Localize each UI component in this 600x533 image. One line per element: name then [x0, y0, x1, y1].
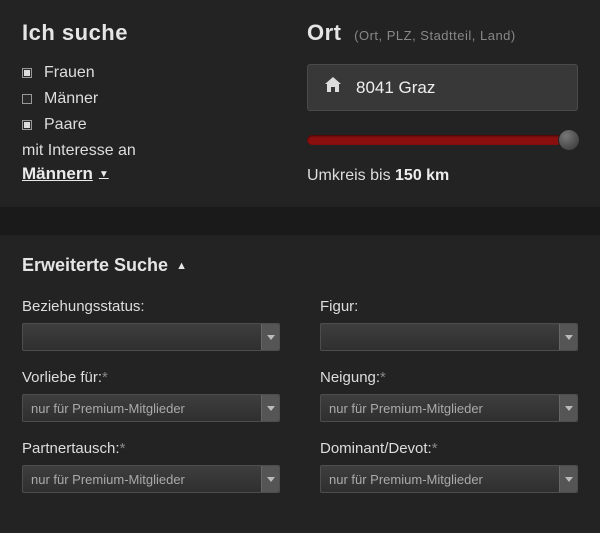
select-arrow-icon [261, 324, 279, 350]
swap-value: nur für Premium-Mitglieder [31, 472, 185, 487]
checkbox-women[interactable] [22, 68, 32, 78]
radius-slider-thumb[interactable] [558, 129, 580, 151]
advanced-toggle[interactable]: Erweiterte Suche ▲ [22, 255, 578, 276]
advanced-panel: Erweiterte Suche ▲ Beziehungsstatus: Vor… [0, 235, 600, 533]
checkbox-women-label: Frauen [44, 64, 95, 82]
location-input[interactable]: 8041 Graz [307, 64, 578, 111]
checkbox-men[interactable] [22, 94, 32, 104]
inclination-value: nur für Premium-Mitglieder [329, 401, 483, 416]
advanced-heading: Erweiterte Suche [22, 255, 168, 276]
interest-dropdown[interactable]: Männern ▼ [22, 164, 109, 184]
select-arrow-icon [261, 466, 279, 492]
chevron-up-icon: ▲ [176, 260, 187, 272]
location-value: 8041 Graz [356, 78, 435, 98]
inclination-label: Neigung:* [320, 369, 578, 386]
home-icon [324, 77, 342, 98]
checkbox-women-row[interactable]: Frauen [22, 64, 277, 82]
checkbox-men-label: Männer [44, 90, 98, 108]
checkbox-couples-row[interactable]: Paare [22, 116, 277, 134]
search-column: Ich suche Frauen Männer Paare mit Intere… [22, 20, 277, 185]
domsub-label: Dominant/Devot:* [320, 440, 578, 457]
interest-label: mit Interesse an [22, 142, 277, 160]
select-arrow-icon [559, 395, 577, 421]
radius-prefix: Umkreis bis [307, 167, 395, 184]
radius-label: Umkreis bis 150 km [307, 167, 578, 185]
checkbox-couples[interactable] [22, 120, 32, 130]
select-arrow-icon [559, 324, 577, 350]
swap-label: Partnertausch:* [22, 440, 280, 457]
inclination-select[interactable]: nur für Premium-Mitglieder [320, 394, 578, 422]
select-arrow-icon [261, 395, 279, 421]
figure-label: Figur: [320, 298, 578, 315]
domsub-value: nur für Premium-Mitglieder [329, 472, 483, 487]
location-column: Ort (Ort, PLZ, Stadtteil, Land) 8041 Gra… [307, 20, 578, 185]
search-heading: Ich suche [22, 20, 277, 46]
checkbox-men-row[interactable]: Männer [22, 90, 277, 108]
relationship-label: Beziehungsstatus: [22, 298, 280, 315]
relationship-select[interactable] [22, 323, 280, 351]
swap-select[interactable]: nur für Premium-Mitglieder [22, 465, 280, 493]
preference-label: Vorliebe für:* [22, 369, 280, 386]
select-arrow-icon [559, 466, 577, 492]
domsub-select[interactable]: nur für Premium-Mitglieder [320, 465, 578, 493]
chevron-down-icon: ▼ [99, 169, 109, 180]
radius-value: 150 km [395, 167, 449, 184]
location-heading-text: Ort [307, 20, 342, 45]
location-hint: (Ort, PLZ, Stadtteil, Land) [354, 28, 516, 43]
preference-value: nur für Premium-Mitglieder [31, 401, 185, 416]
interest-value: Männern [22, 164, 93, 184]
location-heading: Ort (Ort, PLZ, Stadtteil, Land) [307, 20, 578, 46]
figure-select[interactable] [320, 323, 578, 351]
radius-slider[interactable] [307, 135, 578, 145]
checkbox-couples-label: Paare [44, 116, 87, 134]
preference-select[interactable]: nur für Premium-Mitglieder [22, 394, 280, 422]
